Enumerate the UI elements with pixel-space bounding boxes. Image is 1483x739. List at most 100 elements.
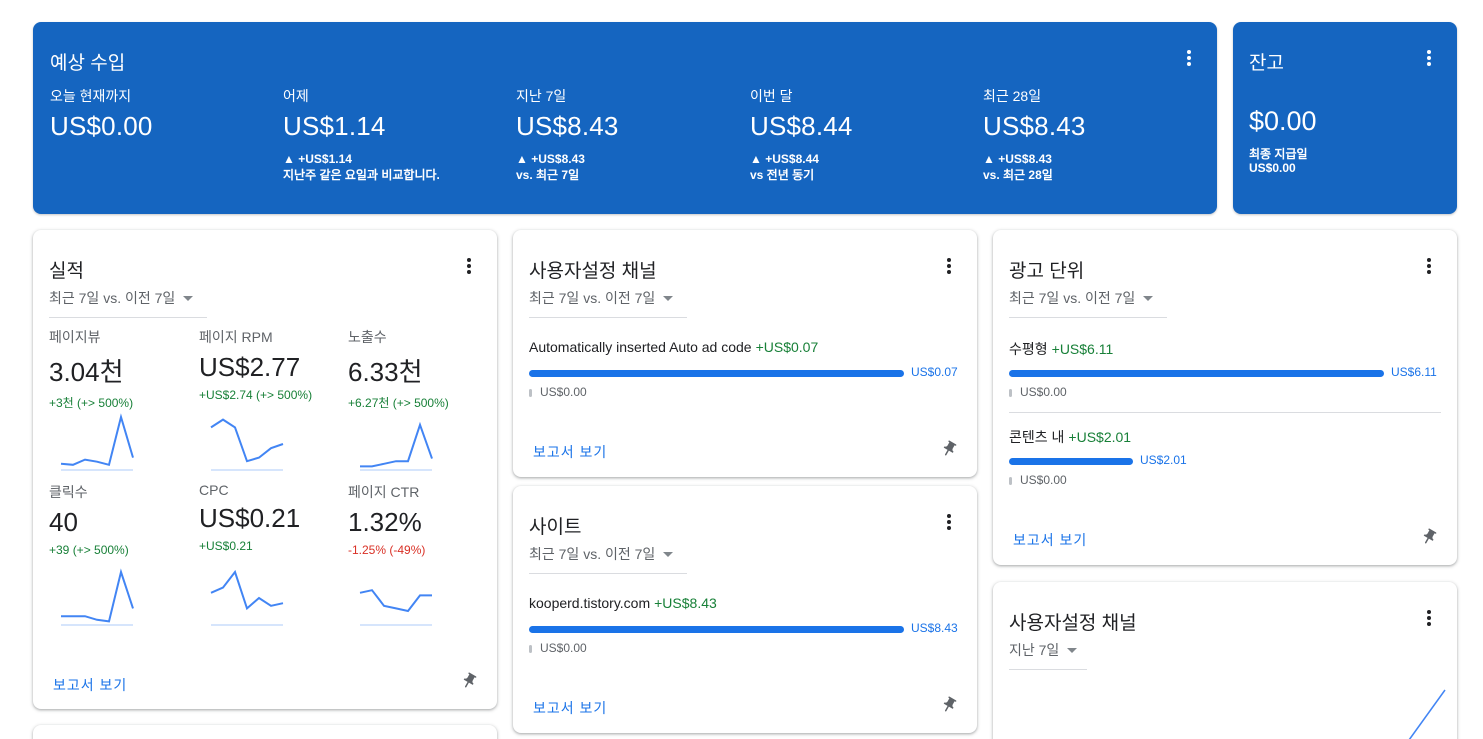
metric-this-month: 이번 달 US$8.44 ▲ +US$8.44 vs 전년 동기	[750, 86, 853, 183]
more-options-icon[interactable]	[945, 258, 953, 274]
delta-compare: vs. 최근 28일	[983, 168, 1053, 182]
zero-value: US$0.00	[540, 641, 587, 655]
sparkline-chart	[359, 589, 432, 626]
bar-value: US$0.07	[911, 365, 958, 379]
last-payment-value: US$0.00	[1249, 161, 1296, 175]
zero-value: US$0.00	[1020, 385, 1067, 399]
sparkline-chart	[210, 569, 284, 626]
more-options-icon[interactable]	[1185, 50, 1193, 66]
ad-unit-row-name[interactable]: 콘텐츠 내 +US$2.01	[1009, 427, 1131, 447]
date-range-dropdown[interactable]: 지난 7일	[1009, 640, 1087, 670]
date-range-label: 지난 7일	[1009, 642, 1060, 658]
metric-value: US$0.00	[50, 111, 153, 141]
more-options-icon[interactable]	[1425, 50, 1433, 66]
delta-value: ▲ +US$1.14	[283, 152, 352, 166]
sparkline-chart	[360, 421, 433, 471]
perf-value: 1.32%	[348, 507, 422, 537]
view-report-link[interactable]: 보고서 보기	[533, 698, 607, 718]
date-range-dropdown[interactable]: 최근 7일 vs. 이전 7일	[49, 288, 207, 318]
metric-value: US$8.44	[750, 111, 853, 141]
sites-title: 사이트	[529, 517, 582, 538]
date-range-dropdown[interactable]: 최근 7일 vs. 이전 7일	[1009, 288, 1167, 318]
view-report-link[interactable]: 보고서 보기	[1013, 530, 1087, 550]
perf-delta: +6.27천 (+> 500%)	[348, 396, 449, 410]
perf-delta: +3천 (+> 500%)	[49, 396, 134, 410]
sparkline-series	[61, 568, 134, 623]
metric-label: 지난 7일	[516, 88, 567, 104]
sparkline-chart	[61, 568, 134, 626]
zero-tick	[529, 645, 532, 653]
value-bar	[529, 626, 904, 633]
metric-delta: ▲ +US$8.44 vs 전년 동기	[750, 151, 853, 183]
perf-value: US$2.77	[199, 352, 301, 382]
perf-delta: +39 (+> 500%)	[49, 543, 129, 557]
sites-card: 사이트 최근 7일 vs. 이전 7일 kooperd.tistory.com +…	[513, 486, 977, 733]
more-options-icon[interactable]	[1425, 258, 1433, 274]
perf-metric-cpc[interactable]: CPC US$0.21 +US$0.21	[199, 482, 339, 626]
more-options-icon[interactable]	[945, 514, 953, 530]
perf-metric-pageviews[interactable]: 페이지뷰 3.04천 +3천 (+> 500%)	[49, 327, 189, 471]
sparkline-series	[60, 413, 134, 467]
ad-unit-row-name[interactable]: 수평형 +US$6.11	[1009, 339, 1113, 359]
sparkline-series	[210, 418, 284, 463]
perf-metric-clicks[interactable]: 클릭수 40 +39 (+> 500%)	[49, 482, 189, 626]
bar-value: US$2.01	[1140, 453, 1187, 467]
zero-value: US$0.00	[1020, 473, 1067, 487]
date-range-label: 최근 7일 vs. 이전 7일	[529, 546, 656, 562]
perf-delta: +US$2.74 (+> 500%)	[199, 388, 313, 402]
metric-last-7-days: 지난 7일 US$8.43 ▲ +US$8.43 vs. 최근 7일	[516, 86, 619, 183]
perf-label: 노출수	[348, 329, 387, 345]
metric-delta: ▲ +US$8.43 vs. 최근 7일	[516, 151, 619, 183]
delta-compare: 지난주 같은 요일과 비교합니다.	[283, 168, 440, 182]
date-range-label: 최근 7일 vs. 이전 7일	[529, 290, 656, 306]
perf-metric-page-ctr[interactable]: 페이지 CTR 1.32% -1.25% (-49%)	[348, 482, 488, 626]
custom-channels-chart-card: 사용자설정 채널 지난 7일	[993, 582, 1457, 739]
chevron-down-icon	[183, 295, 194, 301]
chevron-down-icon	[1067, 647, 1078, 653]
sparkline-chart	[60, 413, 134, 471]
delta-value: ▲ +US$8.43	[516, 152, 585, 166]
channel-row-name[interactable]: Automatically inserted Auto ad code +US$0…	[529, 339, 818, 355]
metric-delta: ▲ +US$8.43 vs. 최근 28일	[983, 151, 1086, 183]
partial-card	[33, 725, 497, 739]
performance-card: 실적 최근 7일 vs. 이전 7일 페이지뷰 3.04천 +3천 (+> 50…	[33, 230, 497, 709]
site-row-name[interactable]: kooperd.tistory.com +US$8.43	[529, 595, 717, 611]
ad-units-card: 광고 단위 최근 7일 vs. 이전 7일 수평형 +US$6.11 US$6.1…	[993, 230, 1457, 565]
row-delta: +US$6.11	[1051, 341, 1114, 357]
more-options-icon[interactable]	[465, 258, 473, 274]
perf-metric-page-rpm[interactable]: 페이지 RPM US$2.77 +US$2.74 (+> 500%)	[199, 327, 339, 471]
value-bar	[1009, 458, 1133, 465]
metric-yesterday: 어제 US$1.14 ▲ +US$1.14 지난주 같은 요일과 비교합니다.	[283, 86, 440, 183]
perf-label: 페이지 CTR	[348, 484, 420, 500]
zero-tick	[1009, 477, 1012, 485]
perf-metric-impressions[interactable]: 노출수 6.33천 +6.27천 (+> 500%)	[348, 327, 488, 471]
last-payment-label: 최종 지급일	[1249, 147, 1308, 161]
perf-delta: -1.25% (-49%)	[348, 543, 426, 557]
date-range-dropdown[interactable]: 최근 7일 vs. 이전 7일	[529, 544, 687, 574]
date-range-dropdown[interactable]: 최근 7일 vs. 이전 7일	[529, 288, 687, 318]
metric-label: 어제	[283, 88, 309, 104]
performance-title: 실적	[49, 261, 84, 282]
pin-icon[interactable]	[940, 440, 958, 458]
metric-label: 최근 28일	[983, 88, 1042, 104]
pin-icon[interactable]	[460, 672, 478, 690]
zero-tick	[529, 389, 532, 397]
delta-value: ▲ +US$8.44	[750, 152, 819, 166]
view-report-link[interactable]: 보고서 보기	[53, 675, 127, 695]
value-bar	[1009, 370, 1384, 377]
estimated-earnings-card: 예상 수입 오늘 현재까지 US$0.00 어제 US$1.14 ▲ +US$1…	[33, 22, 1217, 214]
perf-value: 40	[49, 507, 78, 537]
pin-icon[interactable]	[1420, 528, 1438, 546]
sparkline-chart	[210, 418, 284, 471]
trend-line	[1408, 689, 1446, 739]
perf-label: CPC	[199, 482, 229, 498]
row-delta: +US$8.43	[654, 595, 717, 611]
balance-value: $0.00	[1249, 106, 1317, 136]
chevron-down-icon	[1143, 295, 1154, 301]
more-options-icon[interactable]	[1425, 610, 1433, 626]
view-report-link[interactable]: 보고서 보기	[533, 442, 607, 462]
metric-value: US$1.14	[283, 111, 386, 141]
pin-icon[interactable]	[940, 696, 958, 714]
metric-value: US$8.43	[516, 111, 619, 141]
perf-label: 페이지뷰	[49, 329, 101, 345]
